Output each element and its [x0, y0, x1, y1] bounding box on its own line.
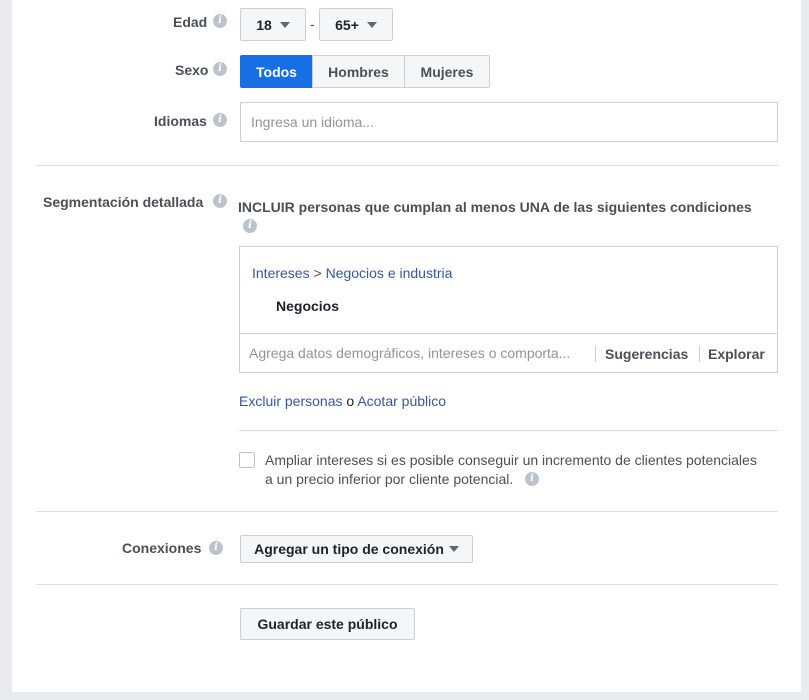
gender-option-women[interactable]: Mujeres [404, 55, 490, 88]
targeting-search-input[interactable]: Agrega datos demográficos, intereses o c… [249, 345, 570, 361]
exclude-people-link[interactable]: Excluir personas [239, 393, 343, 409]
expand-interests-checkbox[interactable] [239, 452, 255, 468]
gender-option-men[interactable]: Hombres [312, 55, 405, 88]
expand-interests-text-line1: Ampliar intereses si es posible consegui… [265, 452, 757, 468]
connection-type-dropdown[interactable]: Agregar un tipo de conexión [240, 535, 473, 563]
divider [36, 584, 778, 585]
selected-interest-item: Negocios [276, 298, 340, 314]
suggestions-button[interactable]: Sugerencias [605, 346, 688, 362]
divider [595, 346, 596, 362]
audience-panel: Edad i 18 - 65+ Sexo i Todos Hombres Muj… [12, 0, 801, 692]
expand-interests-text-line2: a un precio inferior por cliente potenci… [265, 471, 514, 487]
save-audience-button[interactable]: Guardar este público [240, 608, 415, 640]
age-min-value: 18 [256, 16, 272, 33]
info-icon[interactable]: i [213, 194, 227, 208]
info-icon[interactable]: i [213, 14, 227, 28]
divider [36, 511, 778, 512]
narrow-audience-link[interactable]: Acotar público [357, 393, 446, 409]
include-condition-text: INCLUIR personas que cumplan al menos UN… [238, 199, 752, 215]
age-label: Edad [173, 14, 208, 30]
breadcrumb-business-industry[interactable]: Negocios e industria [326, 265, 453, 281]
info-icon[interactable]: i [213, 113, 227, 127]
detailed-targeting-label: Segmentación detallada [43, 194, 204, 210]
targeting-search-bar: Agrega datos demográficos, intereses o c… [239, 333, 778, 373]
divider [239, 430, 778, 431]
caret-down-icon [366, 21, 377, 28]
age-max-value: 65+ [335, 16, 359, 33]
info-icon[interactable]: i [243, 219, 257, 233]
gender-label: Sexo [175, 62, 209, 78]
info-icon[interactable]: i [209, 541, 223, 555]
divider [699, 346, 700, 362]
age-min-dropdown[interactable]: 18 [240, 8, 306, 41]
info-icon[interactable]: i [213, 62, 227, 76]
caret-down-icon [448, 546, 459, 552]
selected-targeting-box: Intereses > Negocios e industria Negocio… [239, 246, 778, 334]
age-max-dropdown[interactable]: 65+ [319, 8, 393, 41]
exclude-narrow-links: Excluir personas o Acotar público [239, 393, 446, 409]
languages-label: Idiomas [154, 113, 207, 129]
divider [36, 165, 778, 166]
info-icon[interactable]: i [525, 472, 539, 486]
connections-label: Conexiones [122, 540, 202, 556]
breadcrumb-separator: > [313, 265, 322, 281]
breadcrumb-interests[interactable]: Intereses [252, 265, 310, 281]
gender-option-all[interactable]: Todos [240, 55, 313, 88]
or-text: o [346, 393, 355, 409]
caret-down-icon [279, 21, 290, 28]
explore-button[interactable]: Explorar [708, 346, 765, 362]
targeting-breadcrumb: Intereses > Negocios e industria [252, 265, 452, 281]
age-separator: - [310, 16, 315, 32]
connection-type-label: Agregar un tipo de conexión [254, 541, 444, 557]
language-input[interactable]: Ingresa un idioma... [240, 102, 778, 142]
